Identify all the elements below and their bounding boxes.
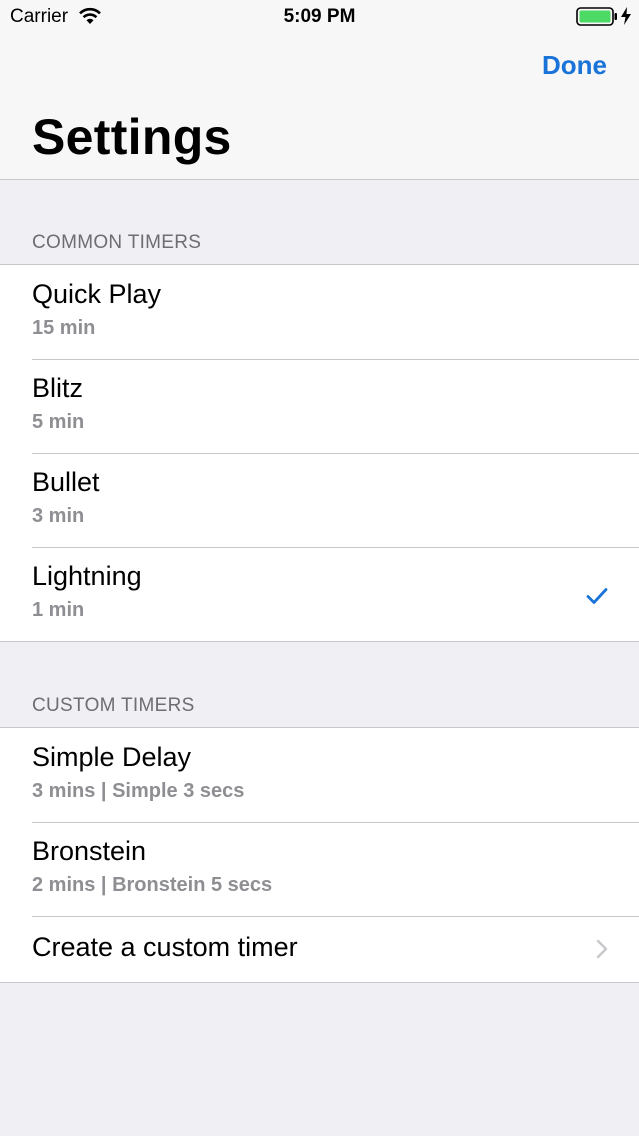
timer-title: Lightning: [32, 561, 142, 591]
list-item-lightning[interactable]: Lightning 1 min: [0, 547, 639, 641]
done-button[interactable]: Done: [542, 50, 607, 81]
status-bar: Carrier 5:09 PM: [0, 0, 639, 34]
timer-duration: 3 min: [32, 505, 85, 527]
timer-title: Bullet: [32, 467, 100, 497]
status-time: 5:09 PM: [283, 6, 356, 27]
timer-title: Simple Delay: [32, 742, 192, 772]
charging-bolt-icon: [621, 7, 631, 25]
timer-duration: 1 min: [32, 599, 85, 621]
battery-icon: [576, 7, 617, 26]
custom-timers-list: Simple Delay 3 mins | Simple 3 secs Bron…: [0, 727, 639, 983]
list-item-bullet[interactable]: Bullet 3 min: [0, 453, 639, 547]
list-item-bronstein[interactable]: Bronstein 2 mins | Bronstein 5 secs: [0, 822, 639, 916]
timer-duration: 5 min: [32, 411, 85, 433]
timer-title: Quick Play: [32, 279, 162, 309]
page-title: Settings: [32, 109, 232, 165]
list-item-blitz[interactable]: Blitz 5 min: [0, 359, 639, 453]
timer-duration: 3 mins | Simple 3 secs: [32, 780, 245, 802]
settings-screen: Carrier 5:09 PM Done Settings COMMON TIM…: [0, 0, 639, 1136]
list-item-simple-delay[interactable]: Simple Delay 3 mins | Simple 3 secs: [0, 728, 639, 822]
section-header-custom-timers: CUSTOM TIMERS: [32, 695, 195, 716]
section-header-common-timers: COMMON TIMERS: [32, 232, 202, 253]
common-timers-list: Quick Play 15 min Blitz 5 min Bullet 3 m…: [0, 264, 639, 642]
checkmark-icon: [586, 588, 608, 604]
chevron-right-icon: [596, 939, 608, 959]
navigation-bar: Carrier 5:09 PM Done Settings: [0, 0, 639, 180]
timer-title: Blitz: [32, 373, 84, 403]
list-item-quick-play[interactable]: Quick Play 15 min: [0, 265, 639, 359]
create-custom-timer-label: Create a custom timer: [32, 932, 298, 962]
timer-duration: 15 min: [32, 317, 96, 339]
timer-duration: 2 mins | Bronstein 5 secs: [32, 874, 273, 896]
create-custom-timer-button[interactable]: Create a custom timer: [0, 916, 639, 982]
timer-title: Bronstein: [32, 836, 147, 866]
